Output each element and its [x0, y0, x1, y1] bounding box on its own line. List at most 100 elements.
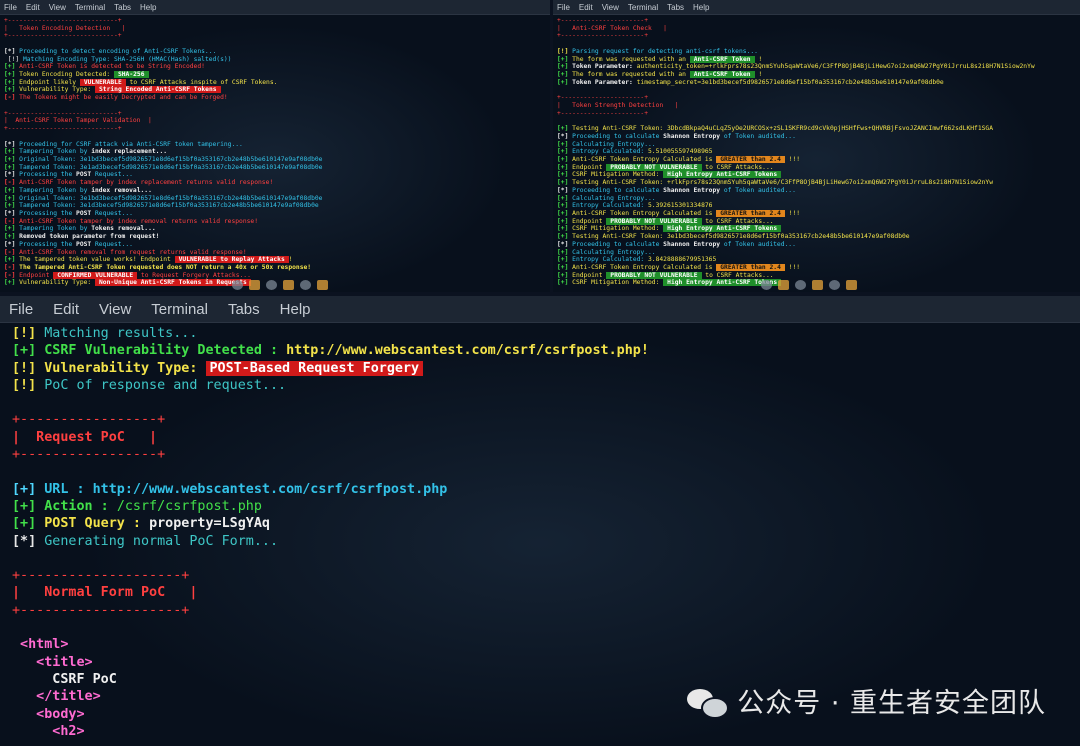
terminal-line: [+] Token Parameter: timestamp_secret=3e…	[557, 79, 1076, 87]
terminal-output[interactable]: [!] Matching results... [+] CSRF Vulnerab…	[0, 323, 1080, 742]
terminal-line: <title>	[12, 654, 1068, 671]
line-segment: Calculating Entropy...	[572, 140, 656, 148]
menu-help[interactable]: Help	[693, 3, 709, 12]
line-segment: /csrf/csrfpost.php	[116, 498, 262, 514]
terminal-line: [+] Removed token parameter from request…	[4, 233, 546, 241]
line-segment: Matching Encoding Type: SHA-256H (HMAC(H…	[22, 55, 232, 63]
terminal-line: +-----------------------------+	[4, 125, 546, 133]
app-icon	[266, 280, 277, 290]
terminal-output[interactable]: +-----------------------------+ | Token E…	[0, 15, 550, 289]
terminal-line: +-----------------+	[12, 411, 1068, 428]
line-segment	[12, 464, 20, 479]
terminal-window-top-left[interactable]: File Edit View Terminal Tabs Help +-----…	[0, 0, 550, 292]
line-segment: <body>	[12, 706, 85, 722]
line-segment: POST	[76, 171, 92, 179]
line-segment	[4, 40, 8, 47]
terminal-line: | Token Strength Detection |	[557, 102, 1076, 110]
line-segment: Vulnerability Type:	[19, 279, 95, 287]
terminal-window-top-right[interactable]: File Edit View Terminal Tabs Help +-----…	[553, 0, 1080, 292]
menu-view[interactable]: View	[49, 3, 66, 12]
line-segment: [+]	[4, 225, 20, 233]
line-segment: [!]	[4, 55, 23, 63]
menu-file[interactable]: File	[9, 301, 33, 318]
terminal-line: <html>	[12, 636, 1068, 653]
line-segment: [-]	[4, 248, 20, 256]
menu-view[interactable]: View	[602, 3, 619, 12]
line-segment: Shannon Entropy	[663, 186, 721, 194]
line-segment: [*]	[557, 186, 573, 194]
terminal-line: [*] Proceeding to detect encoding of Ant…	[4, 48, 546, 56]
terminal-line: [+] Calculating Entropy...	[557, 195, 1076, 203]
line-segment: [+]	[557, 271, 573, 279]
taskbar-icons	[761, 280, 857, 290]
line-segment: Endpoint	[19, 271, 54, 279]
menu-edit[interactable]: Edit	[26, 3, 40, 12]
terminal-line: [+] Token Encoding Detected: SHA-256	[4, 71, 546, 79]
line-segment: POST	[76, 209, 92, 217]
line-segment: Endpoint likely	[19, 78, 80, 86]
line-segment: CSRF Mitigation Method:	[572, 225, 664, 233]
terminal-line: | Normal Form PoC |	[12, 584, 1068, 601]
menu-file[interactable]: File	[557, 3, 570, 12]
menu-view[interactable]: View	[99, 301, 131, 318]
menu-tabs[interactable]: Tabs	[114, 3, 131, 12]
line-segment: Generating normal PoC Form...	[44, 533, 279, 549]
terminal-line: [+] CSRF Mitigation Method: High Entropy…	[557, 225, 1076, 233]
menu-help[interactable]: Help	[140, 3, 156, 12]
line-segment: to CSRF Attacks...	[701, 217, 774, 225]
terminal-line	[4, 133, 546, 141]
menu-bar: File Edit View Terminal Tabs Help	[0, 296, 1080, 323]
line-segment: [+]	[557, 248, 573, 256]
line-segment: 3.8428888679951365	[648, 256, 717, 264]
menu-tabs[interactable]: Tabs	[667, 3, 684, 12]
line-segment: CSRF Mitigation Method:	[572, 279, 664, 287]
line-segment: +----------------------+	[557, 109, 648, 117]
line-segment: Endpoint	[572, 271, 607, 279]
highlight-badge: String Encoded Anti-CSRF Tokens	[95, 86, 221, 94]
line-segment: Matching results...	[44, 326, 198, 341]
line-segment: Proceeding to calculate	[572, 240, 664, 248]
line-segment: Shannon Entropy	[663, 132, 721, 140]
line-segment: The form was requested with an	[572, 55, 690, 63]
terminal-line: [+] CSRF Mitigation Method: High Entropy…	[557, 171, 1076, 179]
line-segment: | Normal Form PoC |	[12, 585, 198, 601]
highlight-badge: CONFIRMED VULNERABLE	[53, 271, 138, 279]
terminal-line: [+] Tampered Token: 3e1ad3becef5d9826571…	[4, 164, 546, 172]
line-segment: [+]	[557, 171, 573, 179]
line-segment: Proceeding to detect encoding of Anti-CS…	[19, 47, 217, 55]
line-segment: property=LSgYAq	[149, 516, 270, 532]
line-segment: +--------------------+	[12, 602, 190, 618]
menu-terminal[interactable]: Terminal	[75, 3, 105, 12]
line-segment: [+]	[557, 194, 573, 202]
terminal-line: [+] Anti-CSRF Token is detected to be St…	[4, 63, 546, 71]
line-segment: [!]	[557, 47, 573, 55]
line-segment: 3e1d3becef5d9826571e8d6ef15bf0a353167cb2…	[79, 202, 319, 210]
line-segment: | Request PoC |	[12, 429, 158, 445]
terminal-line	[557, 86, 1076, 94]
menu-edit[interactable]: Edit	[579, 3, 593, 12]
line-segment: +-----------------+	[12, 412, 166, 428]
line-segment: Anti-CSRF Token removal from request ret…	[19, 248, 247, 256]
app-icon	[829, 280, 840, 290]
line-segment: Testing Anti-CSRF Token:	[572, 179, 667, 187]
menu-help[interactable]: Help	[280, 301, 311, 318]
app-icon	[761, 280, 772, 290]
app-icon	[795, 280, 806, 290]
line-segment: [+]	[12, 343, 45, 359]
highlight-badge: VULNERABLE	[79, 78, 126, 86]
line-segment: http://www.webscantest.com/csrf/csrfpost…	[286, 343, 649, 359]
menu-file[interactable]: File	[4, 3, 17, 12]
menu-tabs[interactable]: Tabs	[228, 301, 260, 318]
terminal-output[interactable]: +----------------------+ | Anti-CSRF Toke…	[553, 15, 1080, 289]
line-segment: [+]	[557, 264, 573, 271]
line-segment: [*]	[557, 132, 573, 140]
menu-terminal[interactable]: Terminal	[151, 301, 208, 318]
watermark-text: 公众号 · 重生者安全团队	[737, 688, 1046, 719]
menu-terminal[interactable]: Terminal	[628, 3, 658, 12]
line-segment: [+]	[557, 256, 573, 264]
menu-edit[interactable]: Edit	[53, 301, 79, 318]
line-segment: CSRF Mitigation Method:	[572, 171, 664, 179]
highlight-badge: High Entropy Anti-CSRF Tokens	[663, 171, 782, 179]
terminal-window-main[interactable]: File Edit View Terminal Tabs Help [!] Ma…	[0, 296, 1080, 746]
terminal-line: | Request PoC |	[12, 429, 1068, 446]
